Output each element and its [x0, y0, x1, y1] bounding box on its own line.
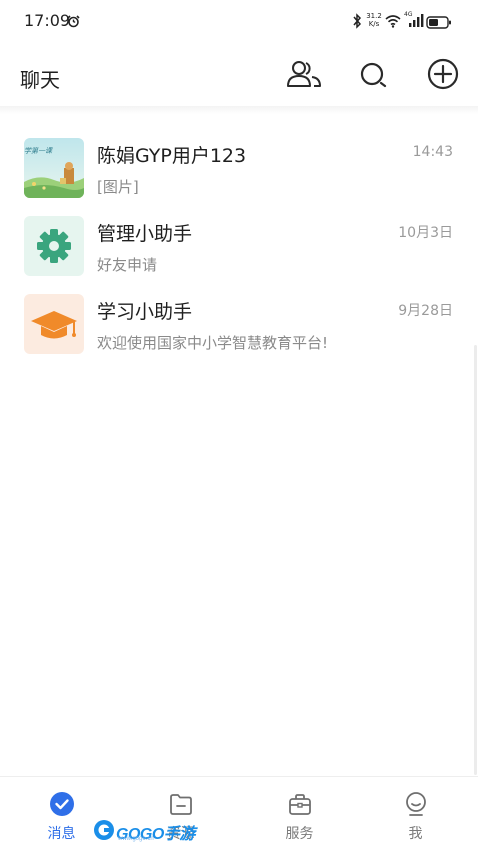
contacts-icon — [287, 61, 321, 87]
chat-item-manager-assistant[interactable]: 管理小助手 好友申请 10月3日 — [0, 206, 478, 284]
chat-time: 14:43 — [412, 144, 453, 160]
status-bar: 17:09 31.2 K/s 4G — [0, 0, 478, 42]
chat-time: 9月28日 — [398, 303, 453, 319]
avatar: 学第一课 — [24, 138, 84, 198]
chat-preview: 好友申请 — [97, 256, 158, 274]
search-icon — [360, 62, 387, 88]
avatar — [24, 294, 84, 354]
nav-label: 我 — [408, 826, 423, 842]
bottom-nav: 消息 资源 服务 我 — [0, 776, 478, 850]
net-speed-unit: K/s — [368, 20, 380, 28]
chat-name: 学习小助手 — [97, 301, 193, 323]
watermark-text: GOGO手游网 — [116, 826, 195, 843]
watermark: GOGO手游网 www.gogo.cn — [92, 817, 200, 843]
status-time: 17:09 — [24, 11, 71, 30]
graduation-cap-icon — [31, 311, 77, 339]
contacts-button[interactable] — [284, 56, 324, 96]
page-title: 聊天 — [20, 68, 60, 92]
chat-item-study-assistant[interactable]: 学习小助手 欢迎使用国家中小学智慧教育平台! 9月28日 — [0, 284, 478, 362]
chat-item-chen-juan[interactable]: 学第一课 陈娟GYP用户123 [图片] 14:43 — [0, 128, 478, 206]
chat-preview: 欢迎使用国家中小学智慧教育平台! — [97, 334, 329, 352]
folder-icon — [170, 794, 192, 815]
cellular-label: 4G — [404, 11, 413, 18]
briefcase-icon — [289, 794, 311, 815]
nav-services[interactable]: 服务 — [240, 777, 359, 850]
chat-check-icon — [50, 792, 74, 816]
watermark-sub: www.gogo.cn — [118, 836, 154, 842]
header-divider — [0, 106, 478, 114]
battery-icon — [426, 14, 452, 33]
wifi-icon — [385, 13, 401, 32]
status-icons: 31.2 K/s 4G — [352, 11, 452, 31]
plus-circle-icon — [427, 58, 459, 90]
nav-label: 服务 — [285, 826, 314, 842]
search-button[interactable] — [354, 56, 394, 96]
net-speed-value: 31.2 — [366, 12, 382, 20]
add-button[interactable] — [423, 56, 463, 96]
chat-name: 陈娟GYP用户123 — [97, 145, 247, 167]
watermark-logo-icon — [94, 820, 114, 840]
scrollbar[interactable] — [474, 345, 477, 775]
chat-preview: [图片] — [97, 178, 139, 196]
user-icon — [406, 792, 426, 816]
cellular-signal-icon: 4G — [404, 11, 424, 32]
avatar-caption: 学第一课 — [24, 147, 52, 155]
header: 聊天 — [0, 42, 478, 106]
gear-icon — [37, 229, 71, 263]
net-speed: 31.2 K/s — [366, 12, 382, 28]
alarm-icon — [67, 13, 80, 32]
chat-time: 10月3日 — [398, 225, 453, 241]
avatar — [24, 216, 84, 276]
chat-name: 管理小助手 — [97, 223, 193, 245]
nav-me[interactable]: 我 — [356, 777, 475, 850]
bluetooth-icon — [352, 13, 362, 33]
